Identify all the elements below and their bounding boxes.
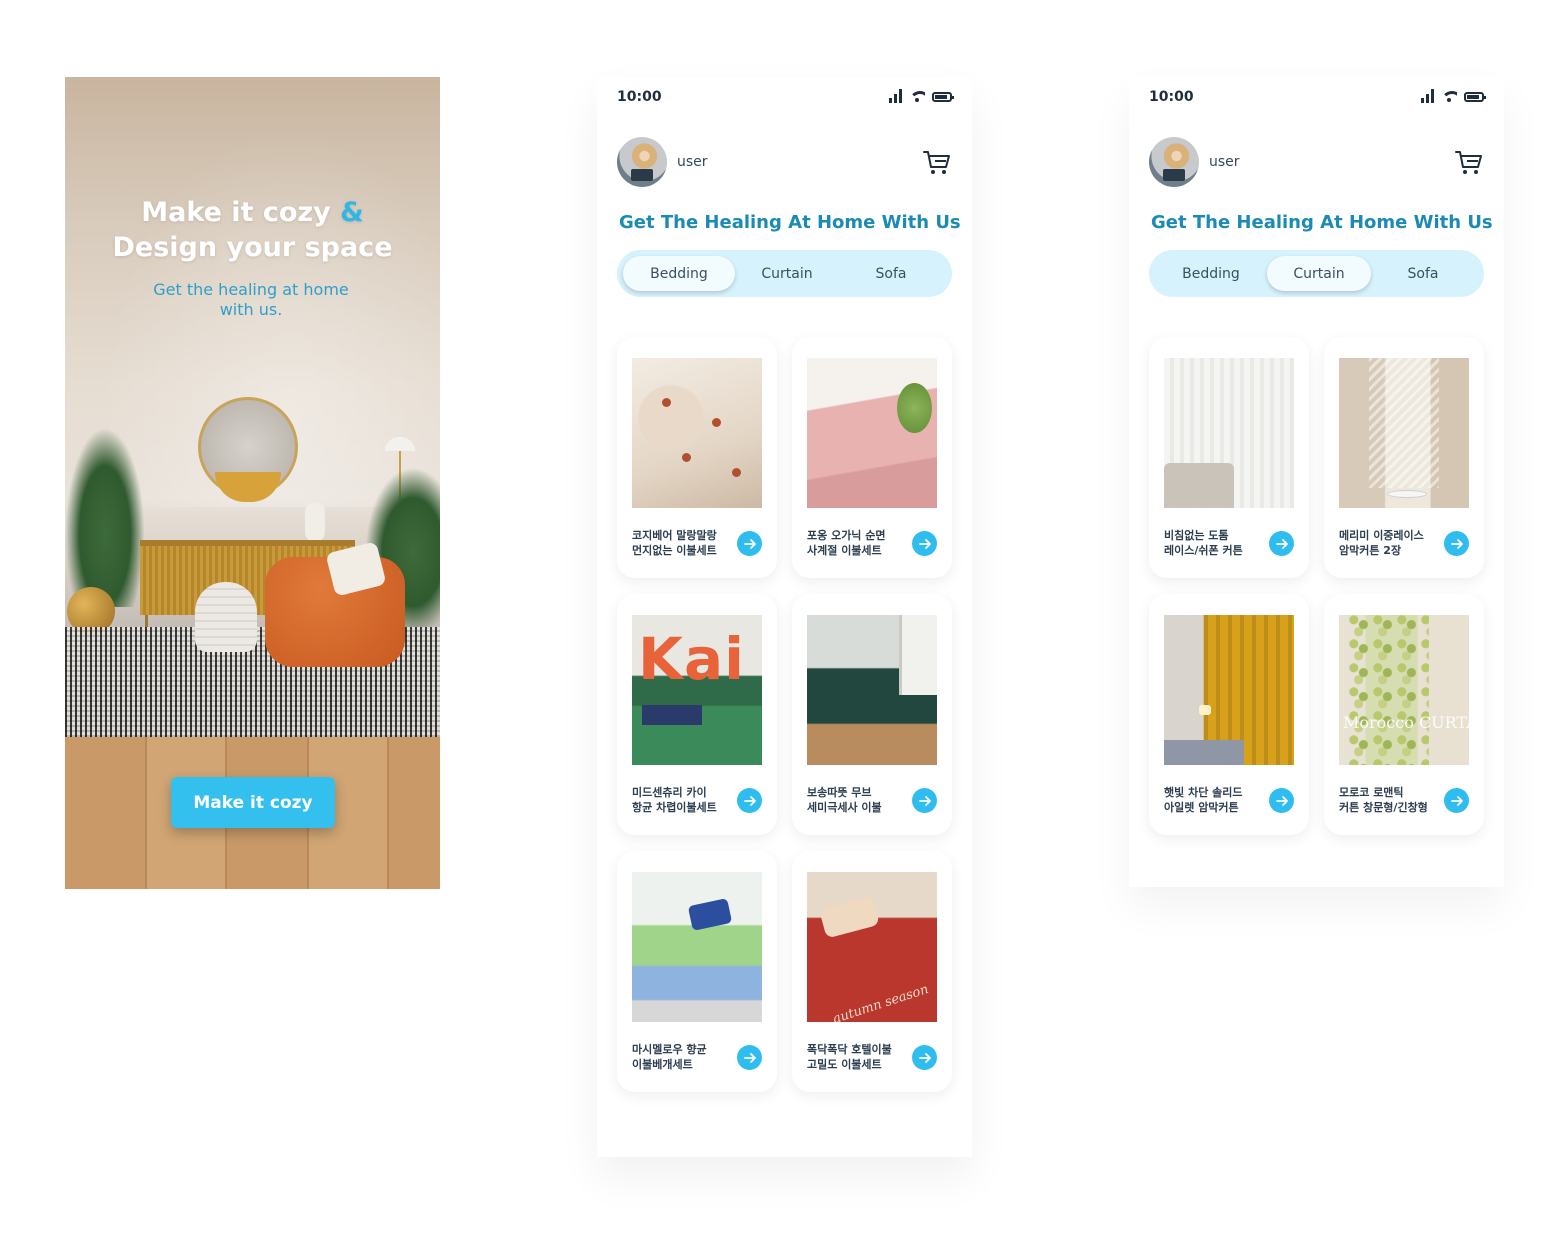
tab-bedding[interactable]: Bedding (623, 256, 735, 291)
cart-icon[interactable] (1454, 147, 1484, 177)
product-image: Kai (632, 615, 762, 765)
splash-title: Make it cozy & Design your space (65, 195, 440, 265)
product-card[interactable]: 비침없는 도톰 레이스/쉬폰 커튼 (1149, 337, 1309, 578)
arrow-right-icon[interactable] (1444, 788, 1469, 813)
floor-lamp (385, 437, 415, 451)
arrow-right-icon[interactable] (737, 788, 762, 813)
battery-icon (932, 92, 954, 102)
product-card[interactable]: Kai 미드센츄리 카이 항균 차렵이불세트 (617, 594, 777, 835)
tab-sofa[interactable]: Sofa (1371, 256, 1475, 291)
splash-title-amp: & (340, 197, 364, 228)
avatar[interactable] (617, 137, 667, 187)
vase (305, 502, 325, 542)
bedding-screen: 10:00 user Get The Healing At Home With … (597, 77, 972, 1157)
signal-icon (889, 89, 902, 103)
product-name: 비침없는 도톰 레이스/쉬폰 커튼 (1164, 529, 1243, 557)
product-name: 폭닥폭닥 호텔이불 고밀도 이불세트 (807, 1043, 892, 1071)
category-tabs: Bedding Curtain Sofa (1149, 250, 1484, 297)
category-tabs: Bedding Curtain Sofa (617, 250, 952, 297)
splash-subtitle: Get the healing at home with us. (153, 280, 349, 319)
product-name: 메리미 이중레이스 암막커튼 2장 (1339, 529, 1424, 557)
product-name: 코지베어 말랑말랑 먼지없는 이불세트 (632, 529, 717, 557)
product-image (807, 615, 937, 765)
splash-title-line2: Design your space (112, 232, 393, 263)
product-image: autumn season (807, 872, 937, 1022)
arrow-right-icon[interactable] (912, 788, 937, 813)
arrow-right-icon[interactable] (737, 531, 762, 556)
splash-title-line1: Make it cozy (141, 197, 331, 228)
arrow-right-icon[interactable] (1444, 531, 1469, 556)
product-image (807, 358, 937, 508)
username: user (1209, 154, 1240, 170)
product-name: 보송따뜻 무브 세미극세사 이불 (807, 786, 882, 814)
battery-icon (1464, 92, 1486, 102)
product-card[interactable]: 메리미 이중레이스 암막커튼 2장 (1324, 337, 1484, 578)
product-card[interactable]: 포옹 오가닉 순면 사계절 이불세트 (792, 337, 952, 578)
status-icons (1421, 89, 1486, 103)
tab-sofa[interactable]: Sofa (839, 256, 943, 291)
product-image (1339, 358, 1469, 508)
arrow-right-icon[interactable] (1269, 531, 1294, 556)
make-it-cozy-button[interactable]: Make it cozy (171, 777, 335, 828)
splash-screen: Make it cozy & Design your space Get the… (65, 77, 440, 889)
arrow-right-icon[interactable] (1269, 788, 1294, 813)
product-image (1164, 358, 1294, 508)
product-card[interactable]: autumn season 폭닥폭닥 호텔이불 고밀도 이불세트 (792, 851, 952, 1092)
mirror-shelf (215, 472, 281, 502)
product-image: Morocco CURTAIN (1339, 615, 1469, 765)
product-card[interactable]: 마시멜로우 향균 이불베개세트 (617, 851, 777, 1092)
signal-icon (1421, 89, 1434, 103)
tab-curtain[interactable]: Curtain (1267, 256, 1371, 291)
arrow-right-icon[interactable] (737, 1045, 762, 1070)
plant-left (65, 427, 145, 607)
tab-curtain[interactable]: Curtain (735, 256, 839, 291)
product-card[interactable]: 보송따뜻 무브 세미극세사 이불 (792, 594, 952, 835)
product-name: 포옹 오가닉 순면 사계절 이불세트 (807, 529, 886, 557)
product-name: 모로코 로맨틱 커튼 창문형/긴창형 (1339, 786, 1428, 814)
product-card[interactable]: 코지베어 말랑말랑 먼지없는 이불세트 (617, 337, 777, 578)
cart-icon[interactable] (922, 147, 952, 177)
status-time: 10:00 (617, 89, 662, 105)
product-name: 미드센츄리 카이 항균 차렵이불세트 (632, 786, 717, 814)
headline: Get The Healing At Home With Us (1151, 212, 1493, 233)
product-image (632, 872, 762, 1022)
wifi-icon (909, 91, 925, 103)
product-image (1164, 615, 1294, 765)
curtain-screen: 10:00 user Get The Healing At Home With … (1129, 77, 1504, 887)
wifi-icon (1441, 91, 1457, 103)
username: user (677, 154, 708, 170)
pouf (195, 582, 257, 652)
product-image (632, 358, 762, 508)
arrow-right-icon[interactable] (912, 531, 937, 556)
arrow-right-icon[interactable] (912, 1045, 937, 1070)
product-card[interactable]: 햇빛 차단 솔리드 아일렛 암막커튼 (1149, 594, 1309, 835)
product-name: 햇빛 차단 솔리드 아일렛 암막커튼 (1164, 786, 1243, 814)
headline: Get The Healing At Home With Us (619, 212, 961, 233)
product-name: 마시멜로우 향균 이불베개세트 (632, 1043, 707, 1071)
avatar[interactable] (1149, 137, 1199, 187)
status-time: 10:00 (1149, 89, 1194, 105)
product-card[interactable]: Morocco CURTAIN 모로코 로맨틱커튼 창문형/긴창형 (1324, 594, 1484, 835)
status-icons (889, 89, 954, 103)
tab-bedding[interactable]: Bedding (1155, 256, 1267, 291)
